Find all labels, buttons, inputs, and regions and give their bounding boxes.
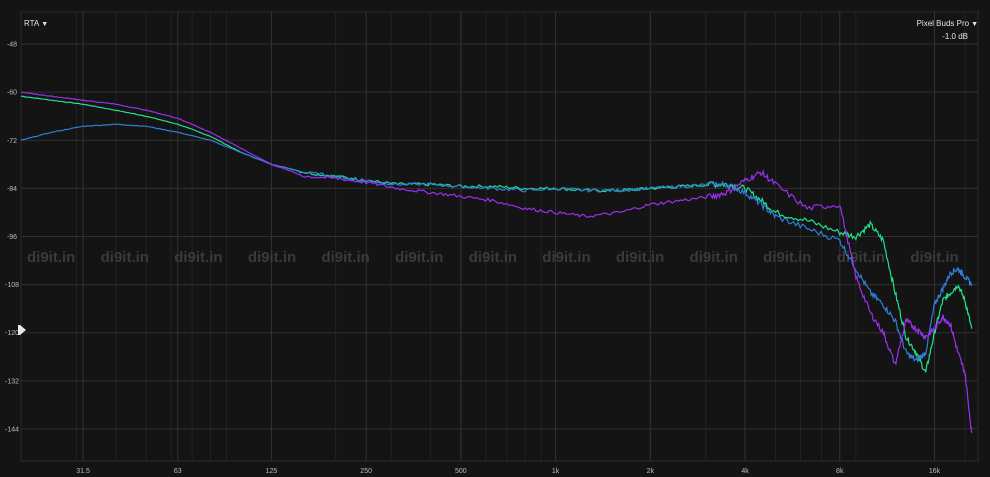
y-tick-label: -48 bbox=[7, 42, 17, 49]
rta-mode-dropdown[interactable]: RTA ▼ bbox=[24, 19, 48, 28]
watermark-text: di9it.in bbox=[837, 249, 885, 266]
triangle-down-icon: ▼ bbox=[971, 21, 978, 28]
x-tick-label: 16k bbox=[929, 468, 941, 475]
watermark-text: di9it.in bbox=[469, 249, 517, 266]
device-label: Pixel Buds Pro bbox=[916, 19, 970, 28]
watermark-text: di9it.in bbox=[910, 249, 958, 266]
watermark-text: di9it.in bbox=[542, 249, 590, 266]
y-tick-label: -120 bbox=[5, 330, 19, 337]
watermark-text: di9it.in bbox=[174, 249, 222, 266]
y-tick-label: -72 bbox=[7, 138, 17, 145]
triangle-down-icon: ▼ bbox=[41, 21, 49, 28]
x-tick-label: 500 bbox=[455, 468, 467, 475]
watermark-text: di9it.in bbox=[763, 249, 811, 266]
watermark-text: di9it.in bbox=[395, 249, 443, 266]
y-tick-labels: -48 -60 -72 -84 -96 -108 -120 -132 -144 bbox=[5, 42, 19, 434]
watermark-text: di9it.in bbox=[690, 249, 738, 266]
y-tick-label: -132 bbox=[5, 378, 19, 385]
x-tick-labels: 31.5 63 125 250 500 1k 2k 4k 8k 16k bbox=[76, 468, 940, 475]
rta-label: RTA bbox=[24, 19, 40, 28]
y-tick-label: -60 bbox=[7, 90, 17, 97]
x-tick-label: 31.5 bbox=[76, 468, 90, 475]
level-offset-readout: -1.0 dB bbox=[942, 32, 968, 41]
device-select-dropdown[interactable]: Pixel Buds Pro ▼ bbox=[917, 19, 978, 28]
watermark-text: di9it.in bbox=[321, 249, 369, 266]
x-tick-label: 4k bbox=[741, 468, 749, 475]
y-tick-label: -96 bbox=[7, 234, 17, 241]
y-tick-label: -84 bbox=[7, 186, 17, 193]
level-marker-handle[interactable] bbox=[18, 325, 26, 335]
watermark-text: di9it.in bbox=[248, 249, 296, 266]
frequency-response-chart: di9it.in di9it.in di9it.in di9it.in di9it.in… bbox=[5, 11, 979, 475]
y-tick-label: -144 bbox=[5, 426, 19, 433]
x-tick-label: 63 bbox=[174, 468, 182, 475]
watermark-text: di9it.in bbox=[101, 249, 149, 266]
x-tick-label: 250 bbox=[360, 468, 372, 475]
rta-analyzer-panel: di9it.in di9it.in di9it.in di9it.in di9it.in… bbox=[0, 0, 990, 477]
y-tick-label: -108 bbox=[5, 282, 19, 289]
x-tick-label: 2k bbox=[647, 468, 655, 475]
watermark-text: di9it.in bbox=[616, 249, 664, 266]
x-tick-label: 125 bbox=[266, 468, 278, 475]
x-tick-label: 8k bbox=[836, 468, 844, 475]
watermark-text: di9it.in bbox=[27, 249, 75, 266]
x-tick-label: 1k bbox=[552, 468, 560, 475]
